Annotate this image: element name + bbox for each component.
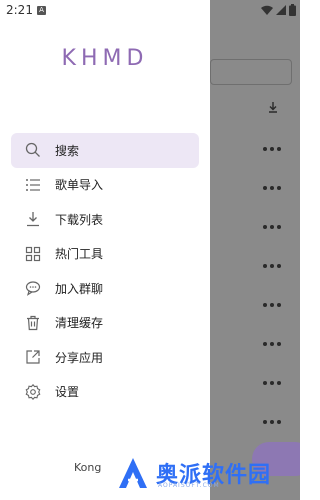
battery-icon	[289, 4, 296, 16]
screen: 2:21 A KHMD 搜索 歌单导入 下载列表 热门工具 加入群聊 清理缓存 …	[0, 0, 300, 500]
menu-item-label: 设置	[55, 385, 80, 400]
menu-item-join-group-chat[interactable]: 加入群聊	[11, 271, 199, 306]
wifi-icon	[261, 5, 273, 15]
more-options-icon	[263, 224, 283, 230]
download-icon	[25, 211, 41, 227]
grid-icon	[25, 246, 41, 262]
menu-item-label: 加入群聊	[55, 281, 104, 296]
list-icon	[25, 177, 41, 193]
menu-item-settings[interactable]: 设置	[11, 375, 199, 410]
drawer-menu: 搜索 歌单导入 下载列表 热门工具 加入群聊 清理缓存 分享应用 设置	[0, 133, 210, 409]
menu-item-hot-tools[interactable]: 热门工具	[11, 237, 199, 272]
menu-item-download-list[interactable]: 下载列表	[11, 202, 199, 237]
menu-item-clear-cache[interactable]: 清理缓存	[11, 306, 199, 341]
status-app-icon: A	[37, 6, 46, 15]
menu-item-label: 歌单导入	[55, 178, 104, 193]
watermark-logo-icon	[119, 458, 147, 488]
more-options-icon	[263, 263, 283, 269]
more-options-icon	[263, 380, 283, 386]
status-time: 2:21	[6, 3, 33, 17]
menu-item-search[interactable]: 搜索	[11, 133, 199, 168]
search-icon	[25, 142, 41, 158]
menu-item-label: 下载列表	[55, 212, 104, 227]
status-icons	[261, 4, 296, 16]
watermark-subtext: AOPAISOFT.COM	[158, 482, 220, 489]
chat-icon	[25, 280, 41, 297]
share-icon	[25, 349, 41, 365]
navigation-drawer: KHMD 搜索 歌单导入 下载列表 热门工具 加入群聊 清理缓存 分享应用 设置…	[0, 0, 210, 500]
menu-item-share-app[interactable]: 分享应用	[11, 340, 199, 375]
signal-icon	[276, 4, 286, 15]
background-download-icon	[269, 102, 277, 113]
menu-item-label: 清理缓存	[55, 316, 104, 331]
menu-item-label: 分享应用	[55, 350, 104, 365]
more-options-icon	[263, 302, 283, 308]
menu-item-playlist-import[interactable]: 歌单导入	[11, 168, 199, 203]
background-search-field	[210, 59, 292, 85]
more-options-icon	[263, 146, 283, 152]
menu-item-label: 搜索	[55, 143, 80, 158]
more-options-icon	[263, 185, 283, 191]
gear-icon	[25, 383, 41, 400]
status-bar: 2:21 A	[0, 0, 300, 22]
watermark: 奥派软件园 AOPAISOFT.COM	[116, 456, 271, 490]
drawer-footer-text: Kong	[74, 461, 102, 474]
menu-item-label: 热门工具	[55, 247, 104, 262]
more-options-icon	[263, 341, 283, 347]
trash-icon	[25, 315, 41, 331]
more-options-icon	[263, 419, 283, 425]
drawer-title: KHMD	[61, 46, 149, 71]
